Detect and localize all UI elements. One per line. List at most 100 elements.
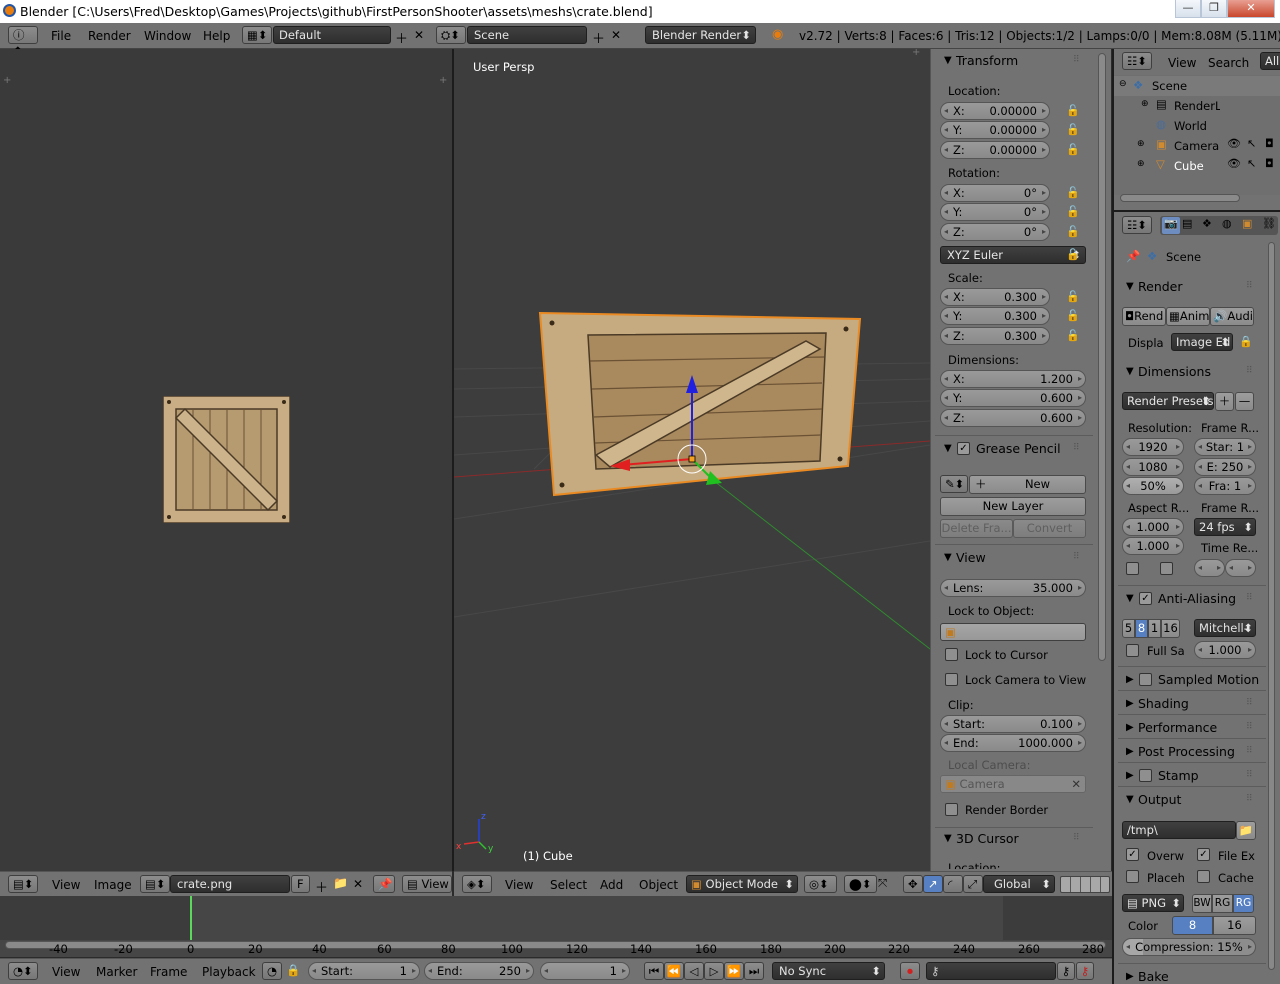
play-reverse-button[interactable]: ◁ [684, 962, 704, 980]
outliner-item-scene[interactable]: Scene [1152, 79, 1187, 93]
display-select[interactable]: Image Ed ⬍ [1171, 333, 1233, 351]
clip-end-field[interactable]: End: 1000.000 [940, 734, 1086, 752]
world-tab-icon[interactable]: ◍ [1222, 217, 1232, 230]
drag-handle-icon[interactable]: ⠿ [1073, 833, 1083, 843]
lock-icon[interactable]: 🔓 [1063, 184, 1083, 202]
lock-icon[interactable]: 🔓 [1063, 327, 1083, 345]
lock-object-field[interactable]: ▣ [940, 623, 1086, 641]
lock-icon[interactable]: 🔓 [1063, 246, 1083, 264]
outliner-item-world[interactable]: World [1174, 119, 1207, 133]
shading-panel-title[interactable]: Shading [1138, 696, 1189, 711]
expand-triangle-icon[interactable]: ▶ [1126, 746, 1134, 757]
color-bw-button[interactable]: BW [1192, 894, 1212, 913]
full-sample-checkbox[interactable] [1126, 644, 1139, 657]
output-path-field[interactable]: /tmp\ [1122, 821, 1236, 839]
scene-name-field[interactable]: Scene [467, 26, 587, 44]
drag-handle-icon[interactable]: ⠿ [1073, 552, 1083, 562]
drag-handle-icon[interactable]: ⠿ [1246, 698, 1256, 708]
lock-icon[interactable]: 🔓 [1063, 223, 1083, 241]
drag-handle-icon[interactable]: ⠿ [1246, 281, 1256, 291]
collapse-triangle-icon[interactable]: ▼ [1126, 366, 1134, 377]
scene-tab-icon[interactable]: ❖ [1202, 217, 1212, 230]
render-audio-button[interactable]: 🔊Audi [1210, 307, 1254, 326]
insert-keyframe-button[interactable]: ⚷ [1057, 962, 1075, 980]
new-image-icon[interactable]: ＋ [315, 877, 328, 896]
aa-samples-11[interactable]: 1 [1148, 619, 1161, 638]
outliner-editor-type-button[interactable]: ☷⬍ [1122, 52, 1152, 70]
panel-scrollbar[interactable] [1098, 53, 1106, 661]
dimensions-panel-title[interactable]: Dimensions [1138, 364, 1211, 379]
viewport-menu-view[interactable]: View [505, 878, 533, 892]
expand-triangle-icon[interactable]: ▶ [1126, 674, 1134, 685]
color-depth-8-button[interactable]: 8 [1172, 916, 1213, 935]
lock-to-cursor-checkbox[interactable] [945, 648, 958, 661]
record-button[interactable]: ⏺ [900, 962, 920, 980]
post-processing-panel-title[interactable]: Post Processing [1138, 744, 1235, 759]
3d-cursor-panel-title[interactable]: 3D Cursor [956, 831, 1019, 846]
image-browse-button[interactable]: ▤⬍ [140, 875, 170, 893]
drag-handle-icon[interactable]: ⠿ [1246, 746, 1256, 756]
jump-start-button[interactable]: ⏮ [644, 962, 664, 980]
delete-keyframe-button[interactable]: ⚷ [1076, 962, 1094, 980]
layout-name-field[interactable]: Default [273, 26, 391, 44]
color-depth-16-button[interactable]: 16 [1213, 916, 1256, 935]
clear-icon[interactable]: ✕ [1071, 776, 1081, 792]
expand-triangle-icon[interactable]: ▶ [1126, 722, 1134, 733]
fake-user-button[interactable]: F [291, 875, 310, 893]
placeholders-checkbox[interactable] [1126, 870, 1139, 883]
folder-icon[interactable]: 📁 [1236, 821, 1256, 840]
outliner-item-cube[interactable]: Cube [1174, 159, 1204, 173]
collapse-triangle-icon[interactable]: ▼ [944, 443, 952, 454]
pin-image-button[interactable]: 📌 [373, 875, 395, 893]
timeline-menu-playback[interactable]: Playback [202, 965, 256, 979]
collapse-triangle-icon[interactable]: ▼ [1126, 281, 1134, 292]
expand-icon[interactable]: ⊕ [1141, 99, 1149, 109]
remove-layout-icon[interactable]: ✕ [414, 28, 424, 42]
resolution-x-field[interactable]: 1920 [1122, 438, 1184, 456]
stamp-checkbox[interactable] [1139, 769, 1152, 782]
render-border-checkbox[interactable] [945, 803, 958, 816]
properties-editor-type-button[interactable]: ☷⬍ [1122, 216, 1152, 234]
dimensions-z-field[interactable]: Z: 0.600 [940, 409, 1086, 427]
overwrite-checkbox[interactable]: ✓ [1126, 848, 1139, 861]
scene-icon-button[interactable]: ⛭⬍ [436, 26, 466, 44]
aa-samples-8[interactable]: 8 [1135, 619, 1148, 638]
timeline-editor-type-button[interactable]: ◔⬍ [8, 962, 38, 980]
interaction-mode-select[interactable]: ▣ Object Mode ⬍ [686, 875, 798, 893]
constraints-tab-icon[interactable]: ⛓ [1262, 217, 1276, 230]
add-scene-icon[interactable]: ＋ [592, 28, 605, 47]
area-split-corner-icon[interactable]: + [912, 49, 920, 58]
remove-scene-icon[interactable]: ✕ [611, 28, 621, 42]
lock-icon[interactable]: 🔓 [1063, 307, 1083, 325]
fps-select[interactable]: 24 fps ⬍ [1194, 518, 1256, 536]
lock-icon[interactable]: 🔓 [1063, 102, 1083, 120]
menu-file[interactable]: File [51, 29, 71, 43]
expand-icon[interactable]: ⊕ [1137, 159, 1145, 169]
resolution-y-field[interactable]: 1080 [1122, 458, 1184, 476]
anti-aliasing-checkbox[interactable]: ✓ [1139, 592, 1152, 605]
render-camera-icon[interactable]: ◘ [1265, 137, 1274, 150]
select-arrow-icon[interactable]: ↖ [1247, 157, 1256, 170]
render-presets-select[interactable]: Render Presets ⬍ [1122, 392, 1214, 410]
render-panel-title[interactable]: Render [1138, 279, 1183, 294]
transform-panel-title[interactable]: Transform [956, 53, 1018, 68]
image-menu-image[interactable]: Image [94, 878, 132, 892]
frame-start-field[interactable]: Star: 1 [1194, 438, 1256, 456]
expand-icon[interactable]: ⊖ [1119, 79, 1127, 89]
time-remap-new-field[interactable] [1225, 559, 1256, 577]
drag-handle-icon[interactable]: ⠿ [1073, 55, 1083, 65]
location-x-field[interactable]: X: 0.00000 [940, 102, 1050, 120]
timeline-end-field[interactable]: End: 250 [424, 962, 534, 980]
outliner-display-select[interactable]: All [1260, 52, 1280, 70]
timeline-area[interactable] [0, 896, 1112, 957]
minimize-button[interactable]: — [1175, 0, 1201, 18]
layout-icon-button[interactable]: ▦⬍ [242, 26, 272, 44]
outliner-item-renderlayers[interactable]: RenderLa [1174, 99, 1220, 113]
lock-icon[interactable]: 🔓 [1063, 203, 1083, 221]
jump-keyframe-forward-button[interactable]: ⏩ [724, 962, 744, 980]
location-z-field[interactable]: Z: 0.00000 [940, 141, 1050, 159]
aspect-y-field[interactable]: 1.000 [1122, 537, 1184, 555]
expand-triangle-icon[interactable]: ▶ [1126, 770, 1134, 781]
render-layers-tab-icon[interactable]: ▤ [1182, 217, 1192, 230]
crate-texture-image[interactable] [163, 396, 290, 523]
